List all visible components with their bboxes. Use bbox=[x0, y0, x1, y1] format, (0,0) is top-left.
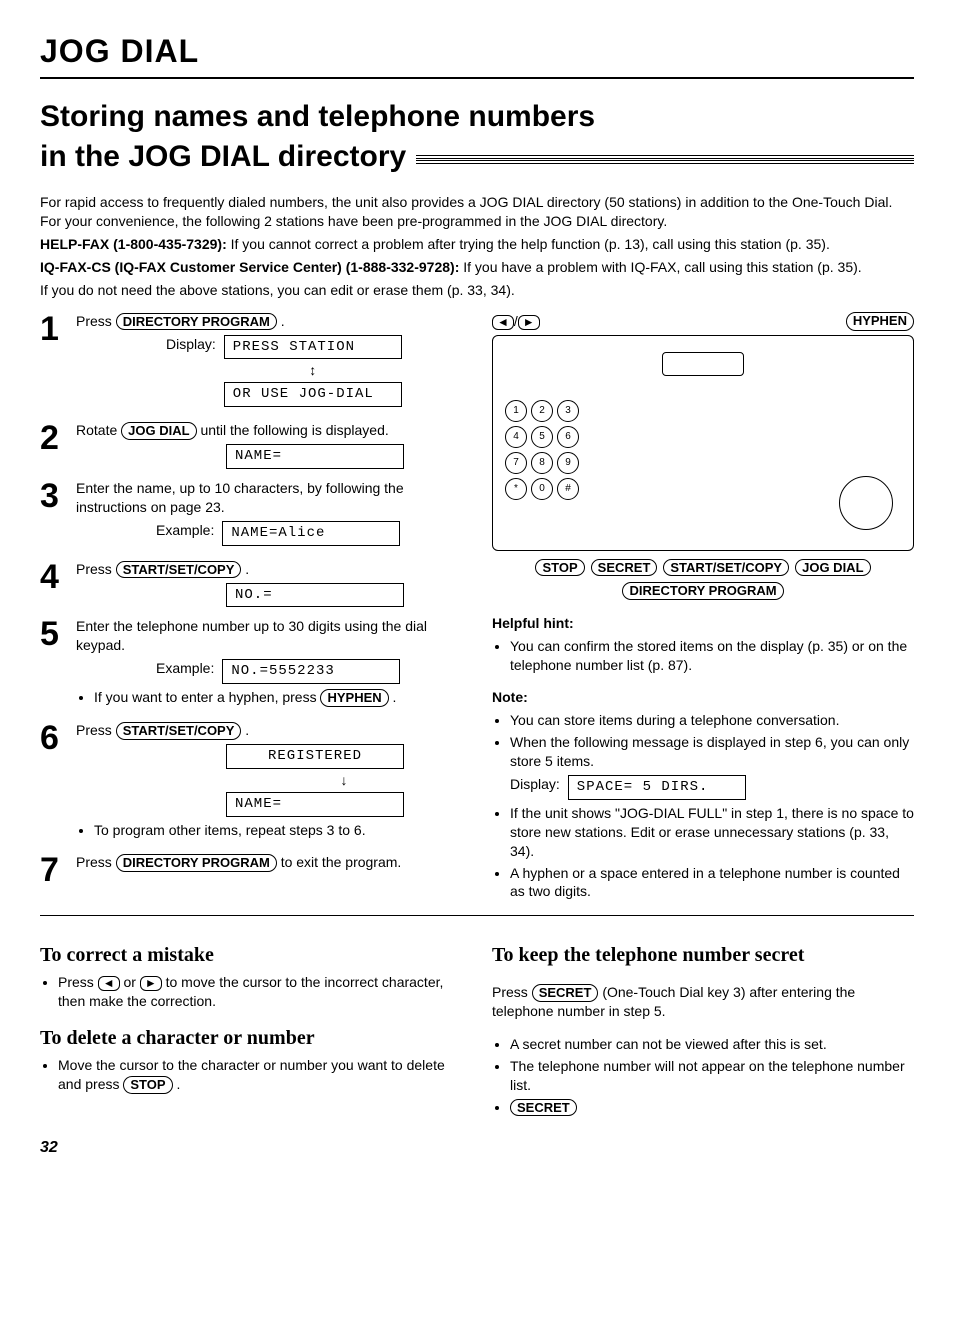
iqfax-text: If you have a problem with IQ-FAX, call … bbox=[463, 259, 861, 275]
step-text: Enter the telephone number up to 30 digi… bbox=[76, 618, 427, 653]
example-label: Example: bbox=[156, 659, 214, 678]
lcd-display: NAME=Alice bbox=[222, 521, 400, 546]
start-set-copy-button-label: START/SET/COPY bbox=[663, 559, 789, 577]
footer-item: A secret number can not be viewed after … bbox=[510, 1035, 914, 1054]
step-number: 5 bbox=[40, 617, 66, 711]
device-screen bbox=[662, 352, 744, 376]
step-number: 3 bbox=[40, 479, 66, 550]
step-number: 4 bbox=[40, 560, 66, 608]
example-label: Example: bbox=[156, 521, 214, 540]
step-number: 6 bbox=[40, 721, 66, 843]
help-fax-label: HELP-FAX (1-800-435-7329): bbox=[40, 236, 227, 252]
intro-block: For rapid access to frequently dialed nu… bbox=[40, 193, 914, 299]
step-text: Enter the name, up to 10 characters, by … bbox=[76, 480, 404, 515]
note-item: When the following message is displayed … bbox=[510, 733, 914, 800]
cursor-right-icon: ► bbox=[140, 976, 162, 991]
step-number: 7 bbox=[40, 853, 66, 887]
arrow-down-icon: ↓ bbox=[226, 771, 462, 790]
page-number: 32 bbox=[40, 1137, 914, 1159]
step-text: Press bbox=[76, 313, 116, 329]
step-text: until the following is displayed. bbox=[200, 422, 388, 438]
stop-button: STOP bbox=[123, 1076, 172, 1094]
correct-mistake-heading: To correct a mistake bbox=[40, 942, 462, 969]
section-header: JOG DIAL bbox=[40, 30, 914, 79]
steps-column: 1 Press DIRECTORY PROGRAM . Display: PRE… bbox=[40, 312, 462, 906]
footer-item: Move the cursor to the character or numb… bbox=[58, 1056, 462, 1094]
note-item: You can store items during a telephone c… bbox=[510, 711, 914, 730]
lcd-display: REGISTERED bbox=[226, 744, 404, 769]
jog-dial-button-label: JOG DIAL bbox=[795, 559, 870, 577]
cursor-left-icon: ◄ bbox=[492, 315, 514, 330]
arrow-updown-icon: ↕ bbox=[224, 361, 402, 380]
intro-p1: For rapid access to frequently dialed nu… bbox=[40, 193, 914, 231]
step-bullet: To program other items, repeat steps 3 t… bbox=[94, 821, 462, 840]
secret-button-label: SECRET bbox=[591, 559, 658, 577]
page-title-line1: Storing names and telephone numbers bbox=[40, 99, 914, 135]
step-number: 1 bbox=[40, 312, 66, 412]
intro-p4: If you do not need the above stations, y… bbox=[40, 281, 914, 300]
stop-button-label: STOP bbox=[535, 559, 584, 577]
footer-item: Press ◄ or ► to move the cursor to the i… bbox=[58, 973, 462, 1011]
step-text: Press bbox=[76, 854, 116, 870]
right-column: ◄/► HYPHEN 123 456 789 *0# STOP SECRET S… bbox=[492, 312, 914, 906]
lcd-display: NO.=5552233 bbox=[222, 659, 400, 684]
step-text: Rotate bbox=[76, 422, 121, 438]
page-title-line2: in the JOG DIAL directory bbox=[40, 139, 406, 175]
cursor-right-icon: ► bbox=[518, 315, 540, 330]
jog-dial-button: JOG DIAL bbox=[121, 422, 196, 440]
device-button-labels: STOP SECRET START/SET/COPY JOG DIAL DIRE… bbox=[492, 559, 914, 600]
secret-button: SECRET bbox=[510, 1099, 577, 1117]
step-text: to exit the program. bbox=[281, 854, 402, 870]
hyphen-button: HYPHEN bbox=[320, 689, 388, 707]
jog-dial-icon bbox=[839, 476, 893, 530]
footer-item: The telephone number will not appear on … bbox=[510, 1057, 914, 1095]
helpful-hint-heading: Helpful hint: bbox=[492, 614, 914, 633]
step-text: Press bbox=[76, 561, 116, 577]
directory-program-button: DIRECTORY PROGRAM bbox=[116, 854, 277, 872]
lcd-display: PRESS STATION bbox=[224, 335, 402, 360]
lcd-display: NO.= bbox=[226, 583, 404, 608]
display-label: Display: bbox=[166, 335, 216, 354]
step-number: 2 bbox=[40, 421, 66, 469]
note-item: A hyphen or a space entered in a telepho… bbox=[510, 864, 914, 902]
start-set-copy-button: START/SET/COPY bbox=[116, 561, 242, 579]
lcd-display: SPACE= 5 DIRS. bbox=[568, 775, 746, 800]
device-illustration: 123 456 789 *0# bbox=[492, 335, 914, 551]
directory-program-button-label: DIRECTORY PROGRAM bbox=[622, 582, 783, 600]
help-fax-text: If you cannot correct a problem after tr… bbox=[231, 236, 830, 252]
start-set-copy-button: START/SET/COPY bbox=[116, 722, 242, 740]
step-text: Press bbox=[76, 722, 116, 738]
footer-item: SECRET bbox=[510, 1098, 914, 1117]
secret-heading: To keep the telephone number secret bbox=[492, 942, 914, 969]
separator bbox=[40, 915, 914, 916]
title-rule bbox=[416, 155, 914, 164]
iqfax-label: IQ-FAX-CS (IQ-FAX Customer Service Cente… bbox=[40, 259, 459, 275]
device-keypad: 123 456 789 *0# bbox=[505, 400, 901, 500]
lcd-display: NAME= bbox=[226, 792, 404, 817]
display-label: Display: bbox=[510, 775, 560, 794]
lcd-display: OR USE JOG-DIAL bbox=[224, 382, 402, 407]
hyphen-button-label: HYPHEN bbox=[846, 312, 914, 331]
hint-item: You can confirm the stored items on the … bbox=[510, 637, 914, 675]
note-item: If the unit shows "JOG-DIAL FULL" in ste… bbox=[510, 804, 914, 861]
cursor-left-icon: ◄ bbox=[98, 976, 120, 991]
note-heading: Note: bbox=[492, 688, 914, 707]
footer-item: Press SECRET (One-Touch Dial key 3) afte… bbox=[492, 983, 914, 1021]
directory-program-button: DIRECTORY PROGRAM bbox=[116, 313, 277, 331]
delete-char-heading: To delete a character or number bbox=[40, 1025, 462, 1052]
lcd-display: NAME= bbox=[226, 444, 404, 469]
step-bullet: If you want to enter a hyphen, press HYP… bbox=[94, 688, 462, 707]
secret-button: SECRET bbox=[532, 984, 599, 1002]
